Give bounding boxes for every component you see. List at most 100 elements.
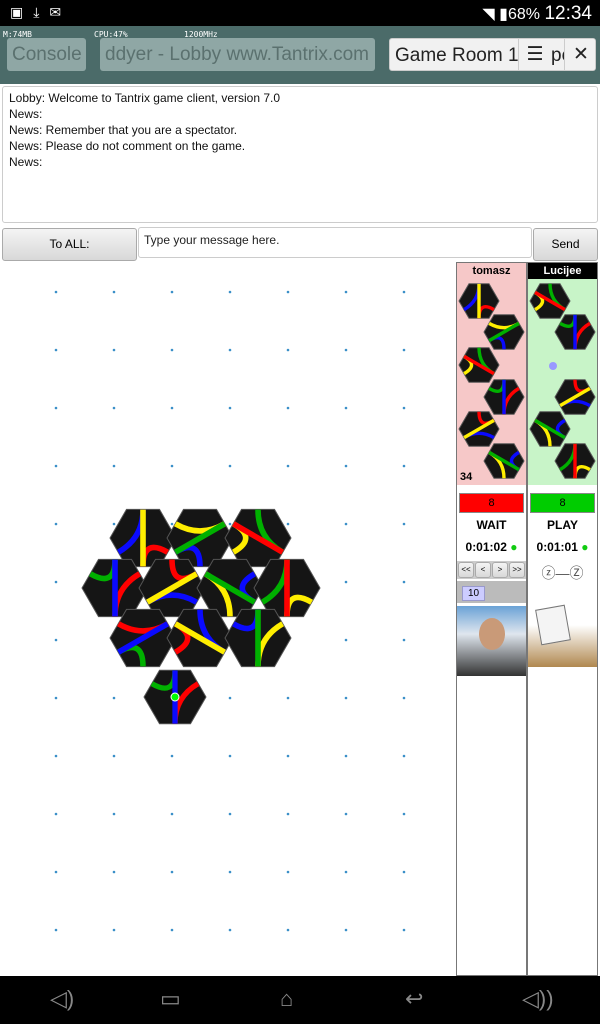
grid-dot (228, 406, 232, 410)
zoom-slider[interactable]: ⓩ—Ⓩ (528, 563, 597, 583)
tile-rack[interactable] (457, 279, 526, 485)
grid-dot (54, 812, 58, 816)
notification-icons: ▣⤓✉ (10, 4, 72, 20)
recent-apps-icon[interactable]: ▭ (160, 986, 181, 1012)
grid-dot (344, 464, 348, 468)
grid-dot (112, 696, 116, 700)
tile (554, 379, 596, 415)
grid-dot (286, 522, 290, 526)
tab-game-room-label: Game Room 1 (395, 45, 519, 66)
tile (224, 608, 292, 668)
tile (458, 347, 500, 383)
home-icon[interactable]: ⌂ (280, 986, 293, 1012)
grid-dot (286, 464, 290, 468)
grid-dot (286, 696, 290, 700)
player-name: Lucijee (528, 263, 597, 279)
tile (554, 314, 596, 350)
back-icon[interactable]: ↩ (405, 986, 423, 1012)
grid-dot (228, 812, 232, 816)
tab-lobby[interactable]: ddyer - Lobby www.Tantrix.com (100, 38, 375, 71)
grid-dot (170, 754, 174, 758)
grid-dot (170, 464, 174, 468)
last-move-marker (170, 692, 180, 702)
tile (166, 608, 234, 668)
volume-down-icon[interactable]: ◁) (50, 986, 74, 1012)
tab-console[interactable]: Console (7, 38, 86, 71)
grid-dot (170, 290, 174, 294)
grid-dot (344, 812, 348, 816)
grid-dot (286, 754, 290, 758)
grid-dot (112, 522, 116, 526)
player-clock: 0:01:01 (536, 540, 578, 554)
player-panel-tomasz: tomasz 34 8 WAIT 0:01:02 ● << < > >> 10 (456, 262, 527, 976)
grid-dot (112, 812, 116, 816)
grid-dot (54, 464, 58, 468)
tile (554, 443, 596, 479)
grid-dot (402, 928, 406, 932)
grid-dot (402, 754, 406, 758)
grid-dot (54, 870, 58, 874)
prev-move-button[interactable]: < (475, 562, 491, 578)
first-move-button[interactable]: << (458, 562, 474, 578)
chat-line: News: Please do not comment on the game. (9, 139, 246, 153)
grid-dot (344, 290, 348, 294)
grid-dot (344, 348, 348, 352)
grid-dot (112, 870, 116, 874)
grid-dot (112, 348, 116, 352)
grid-dot (286, 928, 290, 932)
grid-dot (228, 870, 232, 874)
grid-dot (344, 696, 348, 700)
tile (529, 283, 571, 319)
game-board[interactable] (0, 262, 455, 976)
grid-dot (54, 754, 58, 758)
grid-dot (402, 522, 406, 526)
grid-dot (54, 928, 58, 932)
volume-up-icon[interactable]: ◁)) (522, 986, 554, 1012)
menu-icon[interactable]: ☰ (518, 39, 551, 70)
avatar (528, 597, 597, 667)
grid-dot (54, 522, 58, 526)
close-icon[interactable]: ✕ (564, 39, 595, 70)
score-box: 8 (530, 493, 595, 513)
tile (529, 411, 571, 447)
player-clock: 0:01:02 (465, 540, 507, 554)
to-all-button[interactable]: To ALL: (2, 228, 137, 261)
grid-dot (344, 406, 348, 410)
grid-dot (228, 754, 232, 758)
chat-line: News: (9, 155, 43, 169)
nav-bar: ◁) ▭ ⌂ ↩ ◁)) (0, 976, 600, 1024)
grid-dot (344, 754, 348, 758)
grid-dot (112, 928, 116, 932)
grid-dot (402, 638, 406, 642)
player-panel-lucijee: Lucijee 8 PLAY 0:01:01 ● ⓩ—Ⓩ (527, 262, 598, 976)
message-input[interactable]: Type your message here. (138, 227, 532, 258)
grid-dot (286, 406, 290, 410)
tile (196, 558, 264, 618)
tile (109, 508, 177, 568)
battery-level: 68% (507, 6, 540, 23)
grid-dot (54, 638, 58, 642)
grid-dot (170, 406, 174, 410)
send-button[interactable]: Send (533, 228, 598, 261)
tile-rack[interactable] (528, 279, 597, 485)
grid-dot (402, 464, 406, 468)
chat-line: Lobby: Welcome to Tantrix game client, v… (9, 91, 281, 105)
next-move-button[interactable]: > (492, 562, 508, 578)
player-name: tomasz (457, 263, 526, 279)
move-number[interactable]: 10 (462, 586, 486, 601)
grid-dot (112, 290, 116, 294)
tile (224, 508, 292, 568)
status-bar: ▣⤓✉ ◥ ▮68% 12:34 (0, 0, 600, 26)
top-bar: M:74MB CPU:47% 1200MHz Console ddyer - L… (0, 26, 600, 84)
status-dot-icon: ● (510, 540, 518, 554)
last-move-button[interactable]: >> (509, 562, 525, 578)
tile (81, 558, 149, 618)
tab-game-room[interactable]: Game Room 1 ☰ pe ✕ (389, 38, 596, 71)
move-nav: << < > >> (457, 561, 526, 579)
grid-dot (54, 580, 58, 584)
tile-count: 34 (460, 471, 473, 483)
grid-dot (54, 696, 58, 700)
tile (483, 379, 525, 415)
tile (253, 558, 321, 618)
tile (458, 283, 500, 319)
